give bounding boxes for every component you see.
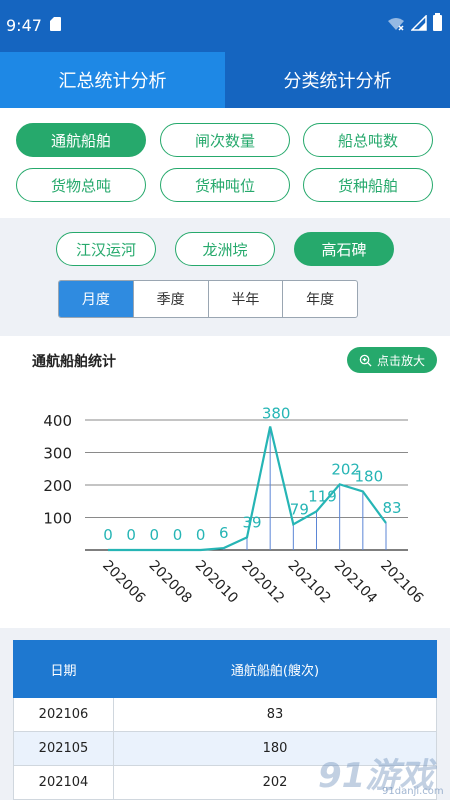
table-cell-value: 83 [113,697,437,732]
x-tick-label: 202102 [285,558,334,607]
data-label: 0 [173,526,183,544]
data-label: 380 [262,405,291,423]
y-tick-label: 400 [43,412,72,430]
table-row: 202106 83 [13,697,437,732]
tab-summary-analysis[interactable]: 汇总统计分析 [0,52,225,108]
table-cell-date: 202104 [13,765,114,800]
period-yearly[interactable]: 年度 [283,281,357,317]
battery-icon [433,13,442,31]
data-label: 0 [150,526,160,544]
table-cell-date: 202105 [13,731,114,766]
sim-card-icon [50,17,61,31]
x-tick-label: 202106 [377,558,426,607]
period-monthly[interactable]: 月度 [59,281,134,317]
x-tick-label: 202104 [331,558,380,607]
metric-chip-cargo-tonnage[interactable]: 货物总吨 [16,168,146,202]
metric-chip-ship-tonnage[interactable]: 船总吨数 [303,123,433,157]
data-label: 79 [290,500,309,518]
zoom-button-label: 点击放大 [376,353,425,368]
x-tick-label: 202008 [146,558,195,607]
period-half-year[interactable]: 半年 [209,281,284,317]
data-label: 83 [382,499,401,517]
signal-icon [411,15,427,31]
ship-traffic-chart: 1002003004000 0 0 0 0 63938079119202180832020… [43,405,426,607]
period-quarterly[interactable]: 季度 [134,281,209,317]
y-tick-label: 300 [43,445,72,463]
column-header-date: 日期 [13,640,114,698]
column-header-ships: 通航船舶(艘次) [113,640,437,698]
data-label: 6 [219,524,229,542]
y-tick-label: 200 [43,477,72,495]
metric-chip-ships[interactable]: 通航船舶 [16,123,146,157]
status-bar: 9:47 [0,0,450,52]
table-header-row: 日期 通航船舶(艘次) [13,640,437,698]
metric-chip-cargo-type-ships[interactable]: 货种船舶 [303,168,433,202]
status-icons [387,13,442,31]
data-label: 119 [308,487,337,505]
chart-card: 100 200 300 400 0 0 0 0 0 6 39 380 79 119 202 180 83 2020… [0,336,450,628]
tab-category-analysis[interactable]: 分类统计分析 [225,52,450,108]
table-cell-date: 202106 [13,697,114,732]
location-chip-jianghan[interactable]: 江汉运河 [56,232,156,266]
zoom-in-icon [359,354,372,367]
data-label: 0 [126,526,136,544]
x-tick-label: 202006 [99,558,148,607]
data-label: 0 [196,526,206,544]
location-chip-longzhou[interactable]: 龙洲垸 [175,232,275,266]
period-segmented-control: 月度 季度 半年 年度 [58,280,358,318]
y-tick-label: 100 [43,510,72,528]
status-time: 9:47 [6,16,42,35]
data-label: 0 [103,526,113,544]
metric-chip-cargo-type-tonnage[interactable]: 货种吨位 [160,168,290,202]
data-label: 180 [355,468,384,486]
watermark-logo: 91游戏 91danji.com [318,748,448,798]
filter-panel: 江汉运河 龙洲垸 高石碑 月度 季度 半年 年度 [0,218,450,336]
watermark-subtext: 91danji.com [382,786,444,797]
x-tick-label: 202010 [192,558,241,607]
data-label: 39 [242,513,261,531]
wifi-icon [388,18,404,31]
metric-selector: 通航船舶 闸次数量 船总吨数 货物总吨 货种吨位 货种船舶 [0,108,450,218]
location-chip-gaoshibei[interactable]: 高石碑 [294,232,394,266]
chart-title: 通航船舶统计 [32,354,116,370]
main-tabs: 汇总统计分析 分类统计分析 [0,52,450,108]
zoom-button[interactable]: 点击放大 [347,347,437,373]
metric-chip-lock-count[interactable]: 闸次数量 [160,123,290,157]
x-tick-label: 202012 [238,558,287,607]
